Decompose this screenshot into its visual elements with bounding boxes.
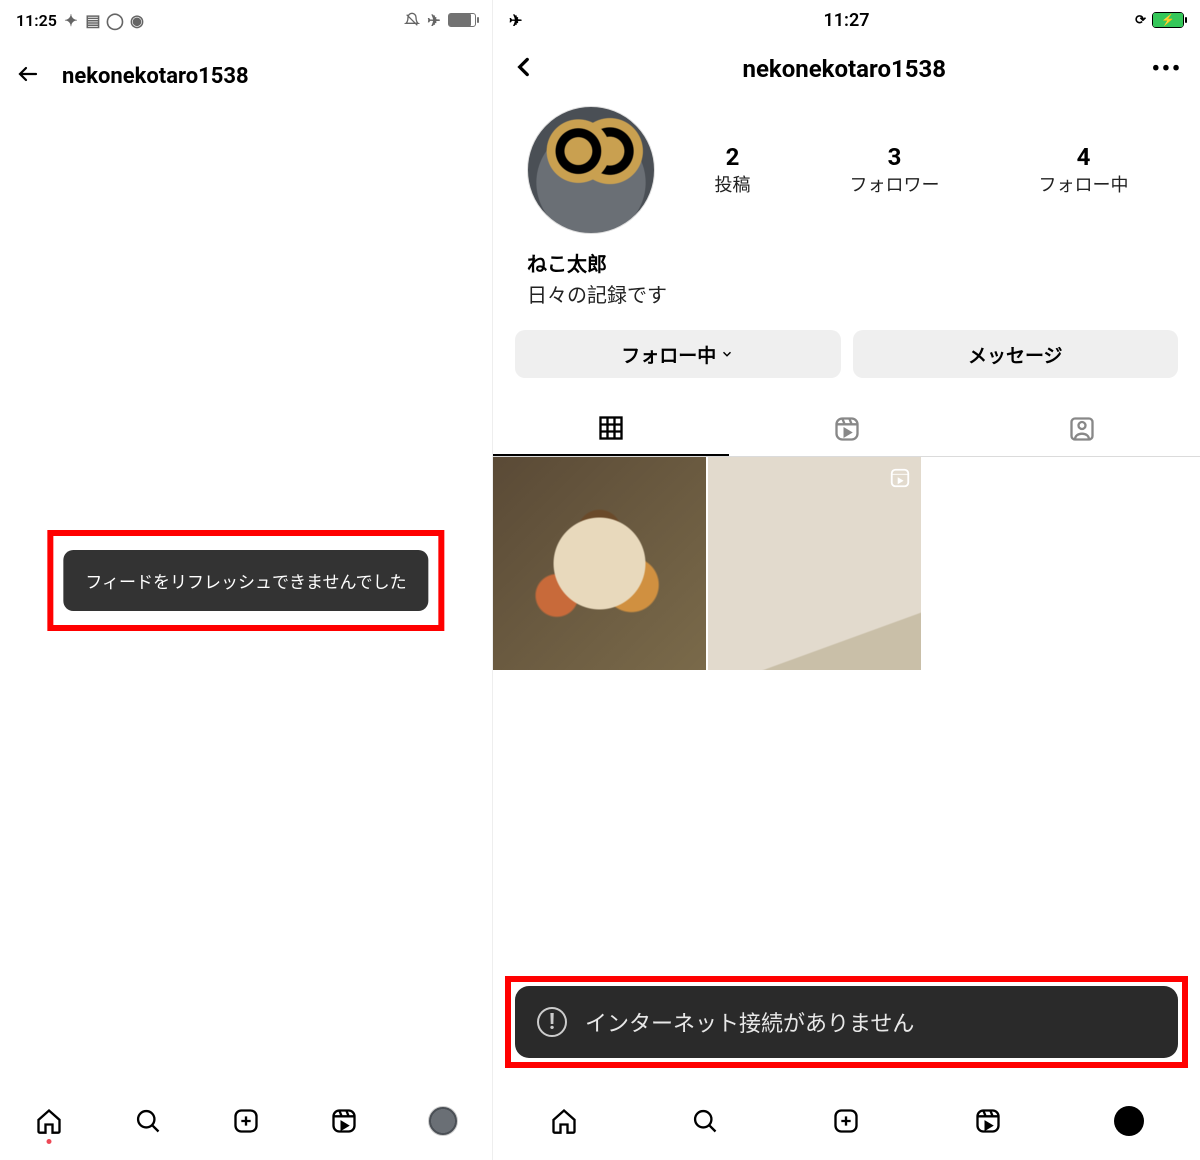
status-bar-ios: ✈ 11:27 ⟳ ⚡ <box>493 0 1200 40</box>
stat-followers[interactable]: 3 フォロワー <box>850 143 940 197</box>
post-thumbnail[interactable] <box>708 457 921 670</box>
nav-create-icon[interactable] <box>831 1106 861 1136</box>
stat-posts[interactable]: 2 投稿 <box>715 143 751 197</box>
error-highlight-box: ! インターネット接続がありません <box>505 976 1188 1068</box>
nav-profile-avatar[interactable] <box>428 1106 458 1136</box>
watch-icon: ◯ <box>107 12 123 28</box>
nav-home-icon[interactable] <box>549 1106 579 1136</box>
android-screen: 11:25 ✦ ▤ ◯ ◉ ✈ nekonekotaro1538 フィードをリフ… <box>0 0 492 1160</box>
battery-charging-icon: ⚡ <box>1152 12 1184 28</box>
battery-icon <box>448 13 476 27</box>
post-thumbnail[interactable] <box>493 457 706 670</box>
stat-following[interactable]: 4 フォロー中 <box>1039 143 1129 197</box>
error-toast: フィードをリフレッシュできませんでした <box>63 550 428 611</box>
profile-avatar[interactable] <box>527 106 655 234</box>
status-time: 11:27 <box>823 10 869 31</box>
message-label: メッセージ <box>968 341 1063 368</box>
back-chevron-icon[interactable] <box>511 54 537 84</box>
profile-actions: フォロー中 メッセージ <box>493 308 1200 378</box>
nav-search-icon[interactable] <box>133 1106 163 1136</box>
post-grid <box>493 457 1200 670</box>
following-button[interactable]: フォロー中 <box>515 330 841 378</box>
orientation-lock-icon: ⟳ <box>1135 13 1146 28</box>
airplane-icon: ✈ <box>509 11 522 30</box>
error-toast: ! インターネット接続がありません <box>515 986 1178 1058</box>
app-icon: ✦ <box>63 12 79 28</box>
back-arrow-icon[interactable] <box>16 62 40 90</box>
nav-search-icon[interactable] <box>690 1106 720 1136</box>
username-title: nekonekotaro1538 <box>742 55 946 83</box>
bio-text: 日々の記録です <box>527 279 1166 308</box>
nav-home-icon[interactable] <box>34 1106 64 1136</box>
tagged-icon <box>1068 415 1096 443</box>
profile-tabs <box>493 402 1200 457</box>
stat-label: フォロー中 <box>1039 171 1129 197</box>
nav-dot-icon <box>47 1139 52 1144</box>
nav-profile-icon[interactable] <box>1114 1106 1144 1136</box>
display-name: ねこ太郎 <box>527 248 1166 277</box>
instagram-icon: ◉ <box>129 12 145 28</box>
status-bar-android: 11:25 ✦ ▤ ◯ ◉ ✈ <box>0 0 492 40</box>
message-button[interactable]: メッセージ <box>853 330 1179 378</box>
stat-value: 3 <box>850 143 940 171</box>
airplane-icon: ✈ <box>426 12 442 28</box>
error-highlight-box: フィードをリフレッシュできませんでした <box>47 530 444 631</box>
nav-reels-icon[interactable] <box>329 1106 359 1136</box>
stat-label: フォロワー <box>850 171 940 197</box>
grid-icon <box>597 414 625 442</box>
error-text: インターネット接続がありません <box>585 1006 914 1038</box>
bottom-nav <box>493 1082 1200 1160</box>
following-label: フォロー中 <box>621 341 716 368</box>
profile-header: nekonekotaro1538 ••• <box>493 40 1200 98</box>
profile-info-row: 2 投稿 3 フォロワー 4 フォロー中 <box>493 98 1200 234</box>
stat-value: 2 <box>715 143 751 171</box>
ios-screen: ✈ 11:27 ⟳ ⚡ nekonekotaro1538 ••• 2 投稿 3 … <box>492 0 1200 1160</box>
bio-block: ねこ太郎 日々の記録です <box>493 234 1200 308</box>
tab-tagged[interactable] <box>964 402 1200 456</box>
profile-header: nekonekotaro1538 <box>0 40 492 112</box>
nav-reels-icon[interactable] <box>973 1106 1003 1136</box>
more-options-icon[interactable]: ••• <box>1152 57 1182 82</box>
reel-badge-icon <box>889 467 911 493</box>
mute-icon <box>404 12 420 28</box>
nav-create-icon[interactable] <box>231 1106 261 1136</box>
stat-value: 4 <box>1039 143 1129 171</box>
tab-grid[interactable] <box>493 402 729 456</box>
bottom-nav <box>0 1082 492 1160</box>
status-time: 11:25 <box>16 11 57 30</box>
username-title: nekonekotaro1538 <box>62 64 249 89</box>
stat-label: 投稿 <box>715 171 751 197</box>
tab-reels[interactable] <box>729 402 965 456</box>
reels-icon <box>833 415 861 443</box>
chevron-down-icon <box>720 347 734 361</box>
note-icon: ▤ <box>85 12 101 28</box>
alert-icon: ! <box>537 1007 567 1037</box>
